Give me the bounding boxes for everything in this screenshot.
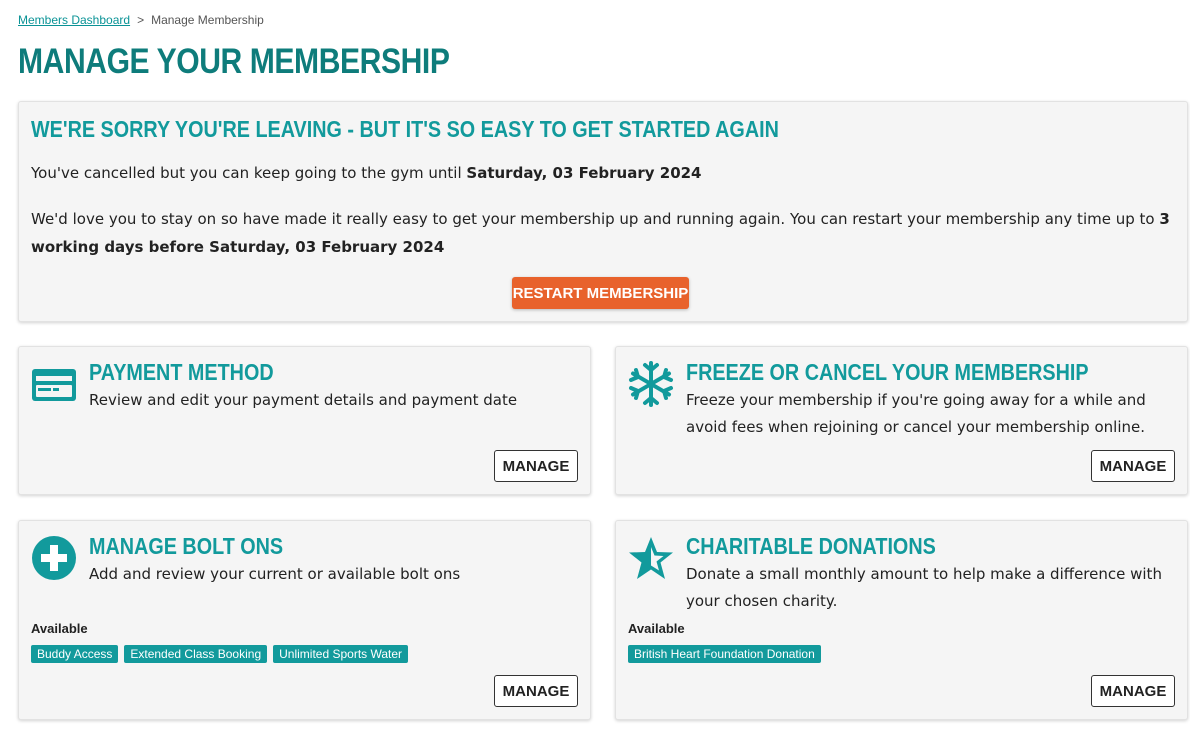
payment-method-description: Review and edit your payment details and… bbox=[89, 391, 518, 409]
charity-chip-list: British Heart Foundation Donation bbox=[628, 645, 821, 663]
freeze-cancel-title: FREEZE OR CANCEL YOUR MEMBERSHIP bbox=[686, 359, 1089, 385]
breadcrumb-current: Manage Membership bbox=[151, 13, 264, 27]
bolt-ons-chip-list: Buddy Access Extended Class Booking Unli… bbox=[31, 645, 409, 663]
credit-card-icon bbox=[32, 369, 76, 401]
banner-heading: WE'RE SORRY YOU'RE LEAVING - BUT IT'S SO… bbox=[31, 116, 779, 142]
banner-restart-prefix: We'd love you to stay on so have made it… bbox=[31, 210, 1160, 228]
freeze-cancel-card: FREEZE OR CANCEL YOUR MEMBERSHIP Freeze … bbox=[615, 346, 1188, 495]
banner-restart-text: We'd love you to stay on so have made it… bbox=[31, 205, 1171, 261]
bolt-ons-card: MANAGE BOLT ONS Add and review your curr… bbox=[18, 520, 591, 720]
restart-banner: WE'RE SORRY YOU'RE LEAVING - BUT IT'S SO… bbox=[18, 101, 1188, 322]
charitable-donations-manage-button[interactable]: MANAGE bbox=[1091, 675, 1175, 707]
payment-method-title: PAYMENT METHOD bbox=[89, 359, 274, 385]
page-title: MANAGE YOUR MEMBERSHIP bbox=[18, 42, 450, 81]
star-icon bbox=[629, 537, 673, 579]
bolt-on-chip[interactable]: Unlimited Sports Water bbox=[273, 645, 409, 663]
freeze-cancel-manage-button[interactable]: MANAGE bbox=[1091, 450, 1175, 482]
breadcrumb: Members Dashboard > Manage Membership bbox=[18, 13, 264, 27]
bolt-on-chip[interactable]: Extended Class Booking bbox=[124, 645, 268, 663]
payment-method-manage-button[interactable]: MANAGE bbox=[494, 450, 578, 482]
bolt-on-chip[interactable]: Buddy Access bbox=[31, 645, 119, 663]
banner-end-date: Saturday, 03 February 2024 bbox=[466, 164, 702, 182]
payment-method-card: PAYMENT METHOD Review and edit your paym… bbox=[18, 346, 591, 495]
restart-membership-button[interactable]: RESTART MEMBERSHIP bbox=[512, 277, 689, 309]
breadcrumb-link-members-dashboard[interactable]: Members Dashboard bbox=[18, 13, 130, 27]
bolt-ons-manage-button[interactable]: MANAGE bbox=[494, 675, 578, 707]
banner-cancel-prefix: You've cancelled but you can keep going … bbox=[31, 164, 467, 182]
charitable-donations-description: Donate a small monthly amount to help ma… bbox=[686, 565, 1162, 610]
charity-available-label: Available bbox=[628, 621, 685, 636]
charitable-donations-title: CHARITABLE DONATIONS bbox=[686, 533, 936, 559]
snowflake-icon bbox=[629, 361, 673, 407]
breadcrumb-separator: > bbox=[137, 13, 145, 27]
banner-cancel-text: You've cancelled but you can keep going … bbox=[31, 159, 1171, 187]
bolt-ons-description: Add and review your current or available… bbox=[89, 565, 461, 583]
bolt-ons-available-label: Available bbox=[31, 621, 88, 636]
charity-chip[interactable]: British Heart Foundation Donation bbox=[628, 645, 821, 663]
plus-circle-icon bbox=[32, 536, 76, 580]
bolt-ons-title: MANAGE BOLT ONS bbox=[89, 533, 284, 559]
charitable-donations-card: CHARITABLE DONATIONS Donate a small mont… bbox=[615, 520, 1188, 720]
freeze-cancel-description: Freeze your membership if you're going a… bbox=[686, 391, 1146, 436]
